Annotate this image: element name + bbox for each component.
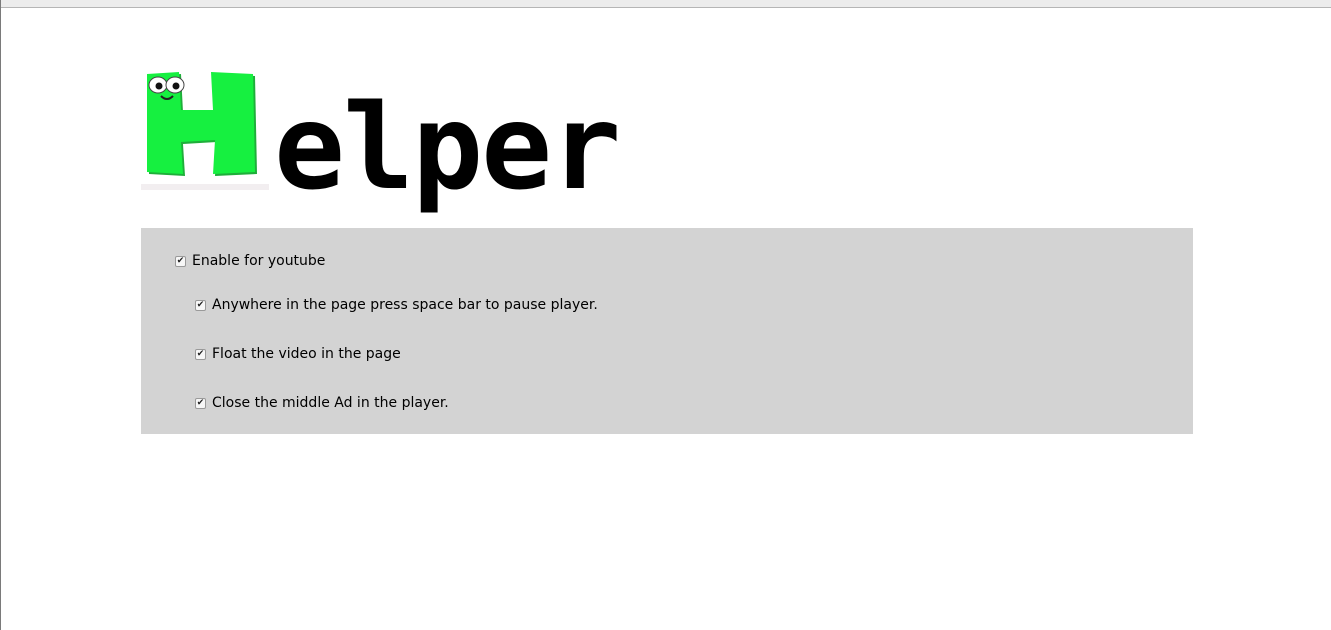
- enable-youtube-option[interactable]: ✔ Enable for youtube: [175, 253, 325, 269]
- close-middle-ad-option[interactable]: ✔ Close the middle Ad in the player.: [195, 395, 449, 411]
- float-video-option[interactable]: ✔ Float the video in the page: [195, 346, 401, 362]
- float-video-label: Float the video in the page: [212, 346, 401, 362]
- enable-youtube-checkbox[interactable]: ✔: [175, 255, 186, 267]
- green-letter-h-with-eyes-icon: [141, 72, 269, 190]
- checkmark-icon: ✔: [196, 348, 205, 359]
- settings-panel: ✔ Enable for youtube ✔ Anywhere in the p…: [141, 228, 1193, 434]
- space-bar-pause-label: Anywhere in the page press space bar to …: [212, 297, 598, 313]
- space-bar-pause-checkbox[interactable]: ✔: [195, 299, 206, 311]
- close-middle-ad-checkbox[interactable]: ✔: [195, 397, 206, 409]
- checkmark-icon: ✔: [176, 255, 185, 266]
- close-middle-ad-label: Close the middle Ad in the player.: [212, 395, 449, 411]
- window-left-edge: [0, 0, 1, 630]
- checkmark-icon: ✔: [196, 299, 205, 310]
- browser-top-strip: [0, 0, 1331, 8]
- enable-youtube-label: Enable for youtube: [192, 253, 326, 269]
- space-bar-pause-option[interactable]: ✔ Anywhere in the page press space bar t…: [195, 297, 598, 313]
- checkmark-icon: ✔: [196, 397, 205, 408]
- float-video-checkbox[interactable]: ✔: [195, 348, 206, 360]
- logo-text: elper: [274, 78, 621, 216]
